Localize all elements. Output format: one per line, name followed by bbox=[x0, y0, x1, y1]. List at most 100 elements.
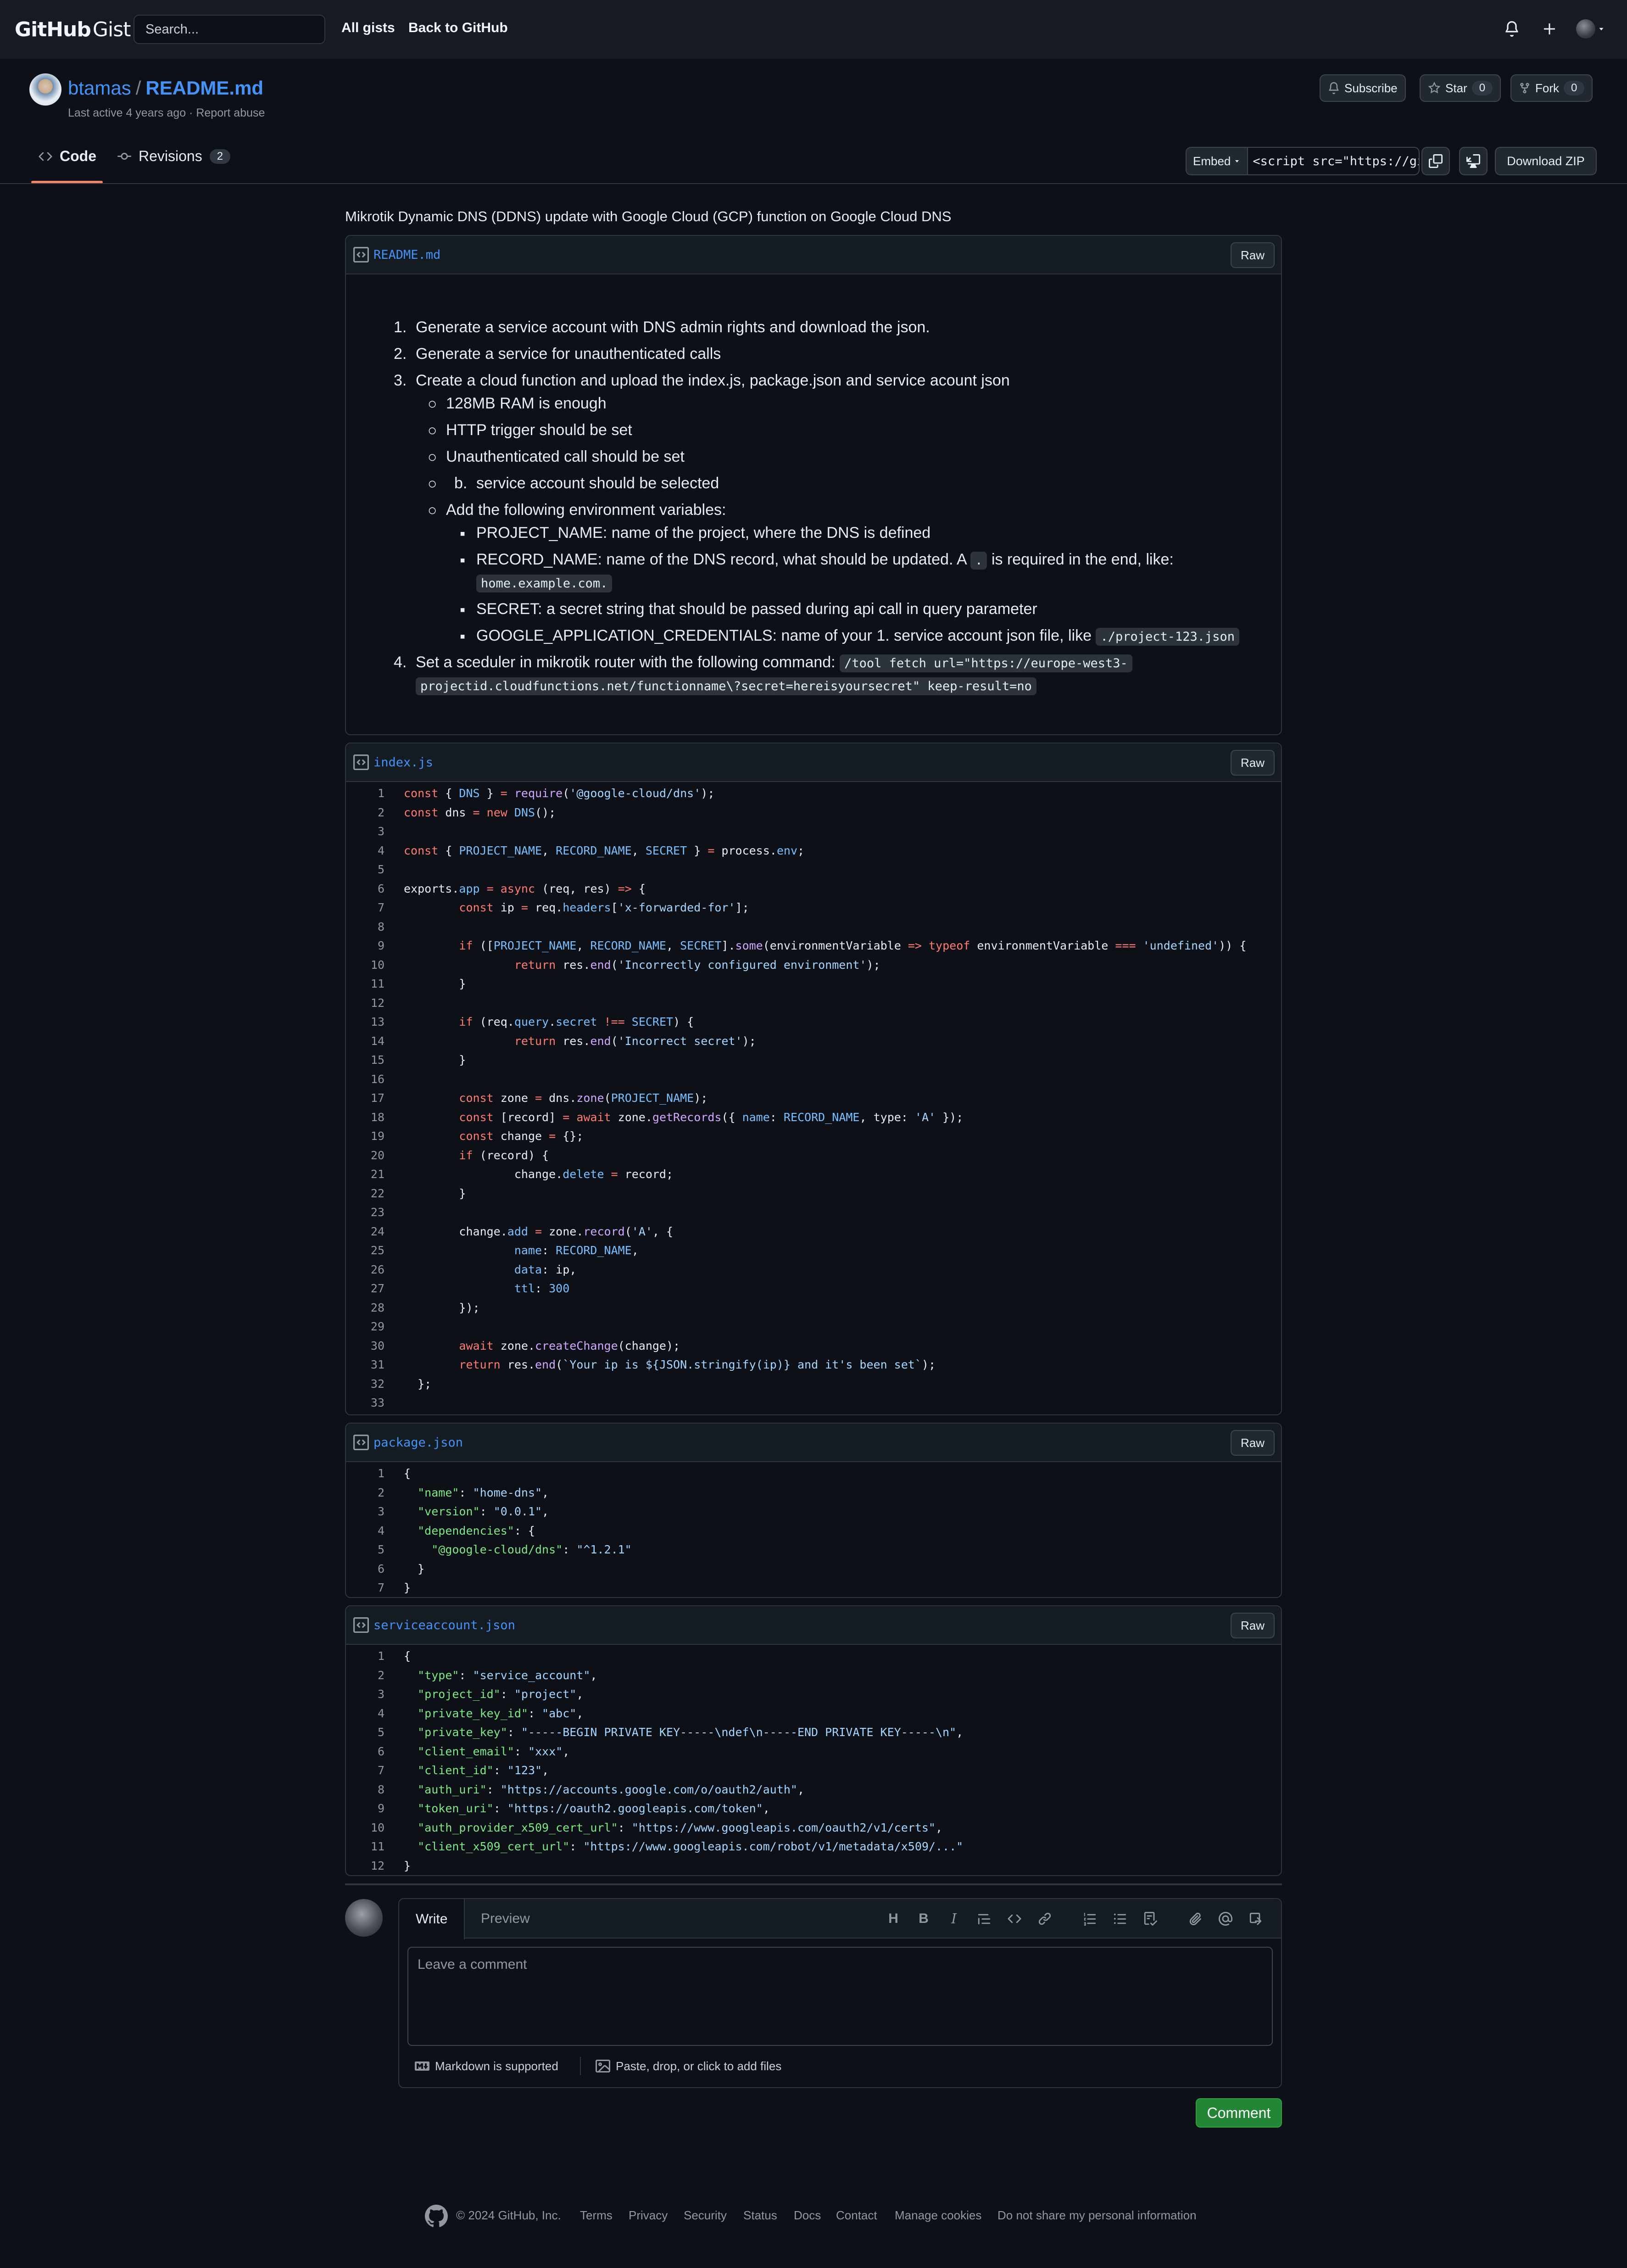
line-number[interactable]: 2 bbox=[346, 1669, 384, 1682]
line-number[interactable]: 15 bbox=[346, 1053, 384, 1067]
line-number[interactable]: 5 bbox=[346, 1726, 384, 1739]
line-number[interactable]: 2 bbox=[346, 1486, 384, 1499]
line-number[interactable]: 4 bbox=[346, 844, 384, 857]
user-menu[interactable] bbox=[1575, 18, 1607, 39]
line-number[interactable]: 2 bbox=[346, 806, 384, 819]
line-number[interactable]: 20 bbox=[346, 1149, 384, 1162]
task-list-icon[interactable] bbox=[1140, 1908, 1161, 1929]
footer-link-privacy[interactable]: Privacy bbox=[629, 2208, 668, 2223]
line-number[interactable]: 10 bbox=[346, 1821, 384, 1834]
nav-all-gists[interactable]: All gists bbox=[341, 20, 395, 36]
footer-link-manage-cookies[interactable]: Manage cookies bbox=[895, 2208, 981, 2223]
github-mark-icon[interactable] bbox=[425, 2205, 448, 2228]
raw-button[interactable]: Raw bbox=[1231, 1430, 1275, 1456]
star-button[interactable]: Star 0 bbox=[1420, 74, 1501, 102]
comment-submit-button[interactable]: Comment bbox=[1196, 2098, 1282, 2128]
footer-link-security[interactable]: Security bbox=[684, 2208, 727, 2223]
line-number[interactable]: 19 bbox=[346, 1129, 384, 1143]
line-number[interactable]: 30 bbox=[346, 1339, 384, 1352]
line-number[interactable]: 11 bbox=[346, 977, 384, 990]
github-gist-logo[interactable]: GitHub Gist bbox=[15, 17, 131, 41]
unordered-list-icon[interactable] bbox=[1109, 1908, 1131, 1929]
line-number[interactable]: 12 bbox=[346, 996, 384, 1010]
line-number[interactable]: 17 bbox=[346, 1091, 384, 1105]
line-number[interactable]: 6 bbox=[346, 882, 384, 895]
line-number[interactable]: 3 bbox=[346, 1505, 384, 1518]
line-number[interactable]: 3 bbox=[346, 1687, 384, 1701]
nav-back-to-github[interactable]: Back to GitHub bbox=[408, 20, 508, 36]
line-number[interactable]: 28 bbox=[346, 1301, 384, 1314]
plus-icon[interactable] bbox=[1539, 18, 1560, 39]
line-number[interactable]: 7 bbox=[346, 1764, 384, 1777]
file-name-link[interactable]: serviceaccount.json bbox=[373, 1618, 515, 1632]
owner-link[interactable]: btamas bbox=[68, 77, 131, 99]
raw-button[interactable]: Raw bbox=[1231, 750, 1275, 776]
file-name-link[interactable]: index.js bbox=[373, 755, 433, 770]
subscribe-button[interactable]: Subscribe bbox=[1320, 74, 1406, 102]
line-number[interactable]: 1 bbox=[346, 1649, 384, 1663]
heading-icon[interactable]: H bbox=[883, 1908, 904, 1929]
line-number[interactable]: 11 bbox=[346, 1840, 384, 1853]
code-icon[interactable] bbox=[1004, 1908, 1025, 1929]
owner-avatar[interactable] bbox=[29, 73, 61, 106]
line-number[interactable]: 21 bbox=[346, 1168, 384, 1181]
gist-filename-link[interactable]: README.md bbox=[145, 77, 263, 99]
line-number[interactable]: 8 bbox=[346, 920, 384, 933]
embed-control[interactable]: Embed <script src="https://gi bbox=[1186, 147, 1420, 175]
tab-revisions[interactable]: Revisions 2 bbox=[117, 148, 231, 165]
download-zip-button[interactable]: Download ZIP bbox=[1495, 147, 1597, 175]
line-number[interactable]: 5 bbox=[346, 1543, 384, 1556]
ordered-list-icon[interactable] bbox=[1079, 1908, 1100, 1929]
line-number[interactable]: 22 bbox=[346, 1187, 384, 1200]
line-number[interactable]: 16 bbox=[346, 1073, 384, 1086]
line-number[interactable]: 18 bbox=[346, 1111, 384, 1124]
line-number[interactable]: 33 bbox=[346, 1396, 384, 1409]
line-number[interactable]: 7 bbox=[346, 1581, 384, 1594]
tab-preview[interactable]: Preview bbox=[464, 1899, 546, 1938]
cross-reference-icon[interactable] bbox=[1245, 1908, 1266, 1929]
embed-code-field[interactable]: <script src="https://gi bbox=[1248, 154, 1419, 168]
line-number[interactable]: 32 bbox=[346, 1377, 384, 1391]
file-name-link[interactable]: README.md bbox=[373, 248, 440, 262]
copy-button[interactable] bbox=[1421, 147, 1450, 175]
line-number[interactable]: 14 bbox=[346, 1034, 384, 1048]
report-abuse-link[interactable]: Report abuse bbox=[196, 106, 265, 119]
quote-icon[interactable] bbox=[974, 1908, 995, 1929]
footer-link-terms[interactable]: Terms bbox=[580, 2208, 613, 2223]
embed-select[interactable]: Embed bbox=[1187, 148, 1248, 174]
line-number[interactable]: 9 bbox=[346, 939, 384, 952]
raw-button[interactable]: Raw bbox=[1231, 1613, 1275, 1638]
line-number[interactable]: 4 bbox=[346, 1524, 384, 1537]
italic-icon[interactable]: I bbox=[943, 1908, 964, 1929]
search-input[interactable] bbox=[134, 15, 325, 44]
tab-code[interactable]: Code bbox=[39, 148, 96, 165]
footer-link-docs[interactable]: Docs bbox=[794, 2208, 821, 2223]
tab-write[interactable]: Write bbox=[399, 1899, 465, 1939]
line-number[interactable]: 3 bbox=[346, 825, 384, 838]
line-number[interactable]: 6 bbox=[346, 1745, 384, 1758]
line-number[interactable]: 6 bbox=[346, 1562, 384, 1575]
line-number[interactable]: 31 bbox=[346, 1358, 384, 1371]
line-number[interactable]: 5 bbox=[346, 863, 384, 876]
line-number[interactable]: 27 bbox=[346, 1282, 384, 1295]
footer-link-status[interactable]: Status bbox=[743, 2208, 777, 2223]
line-number[interactable]: 9 bbox=[346, 1802, 384, 1815]
link-icon[interactable] bbox=[1034, 1908, 1055, 1929]
line-number[interactable]: 29 bbox=[346, 1320, 384, 1333]
paperclip-icon[interactable] bbox=[1185, 1908, 1206, 1929]
file-name-link[interactable]: package.json bbox=[373, 1436, 463, 1450]
current-user-avatar[interactable] bbox=[345, 1899, 383, 1937]
footer-link-contact[interactable]: Contact bbox=[836, 2208, 877, 2223]
open-desktop-button[interactable] bbox=[1459, 147, 1488, 175]
line-number[interactable]: 4 bbox=[346, 1707, 384, 1720]
line-number[interactable]: 1 bbox=[346, 787, 384, 800]
line-number[interactable]: 10 bbox=[346, 958, 384, 972]
line-number[interactable]: 8 bbox=[346, 1783, 384, 1796]
comment-textarea[interactable] bbox=[407, 1947, 1273, 2046]
line-number[interactable]: 1 bbox=[346, 1467, 384, 1480]
line-number[interactable]: 13 bbox=[346, 1015, 384, 1028]
bell-icon[interactable] bbox=[1501, 18, 1522, 39]
line-number[interactable]: 26 bbox=[346, 1263, 384, 1276]
line-number[interactable]: 25 bbox=[346, 1244, 384, 1257]
fork-button[interactable]: Fork 0 bbox=[1510, 74, 1593, 102]
